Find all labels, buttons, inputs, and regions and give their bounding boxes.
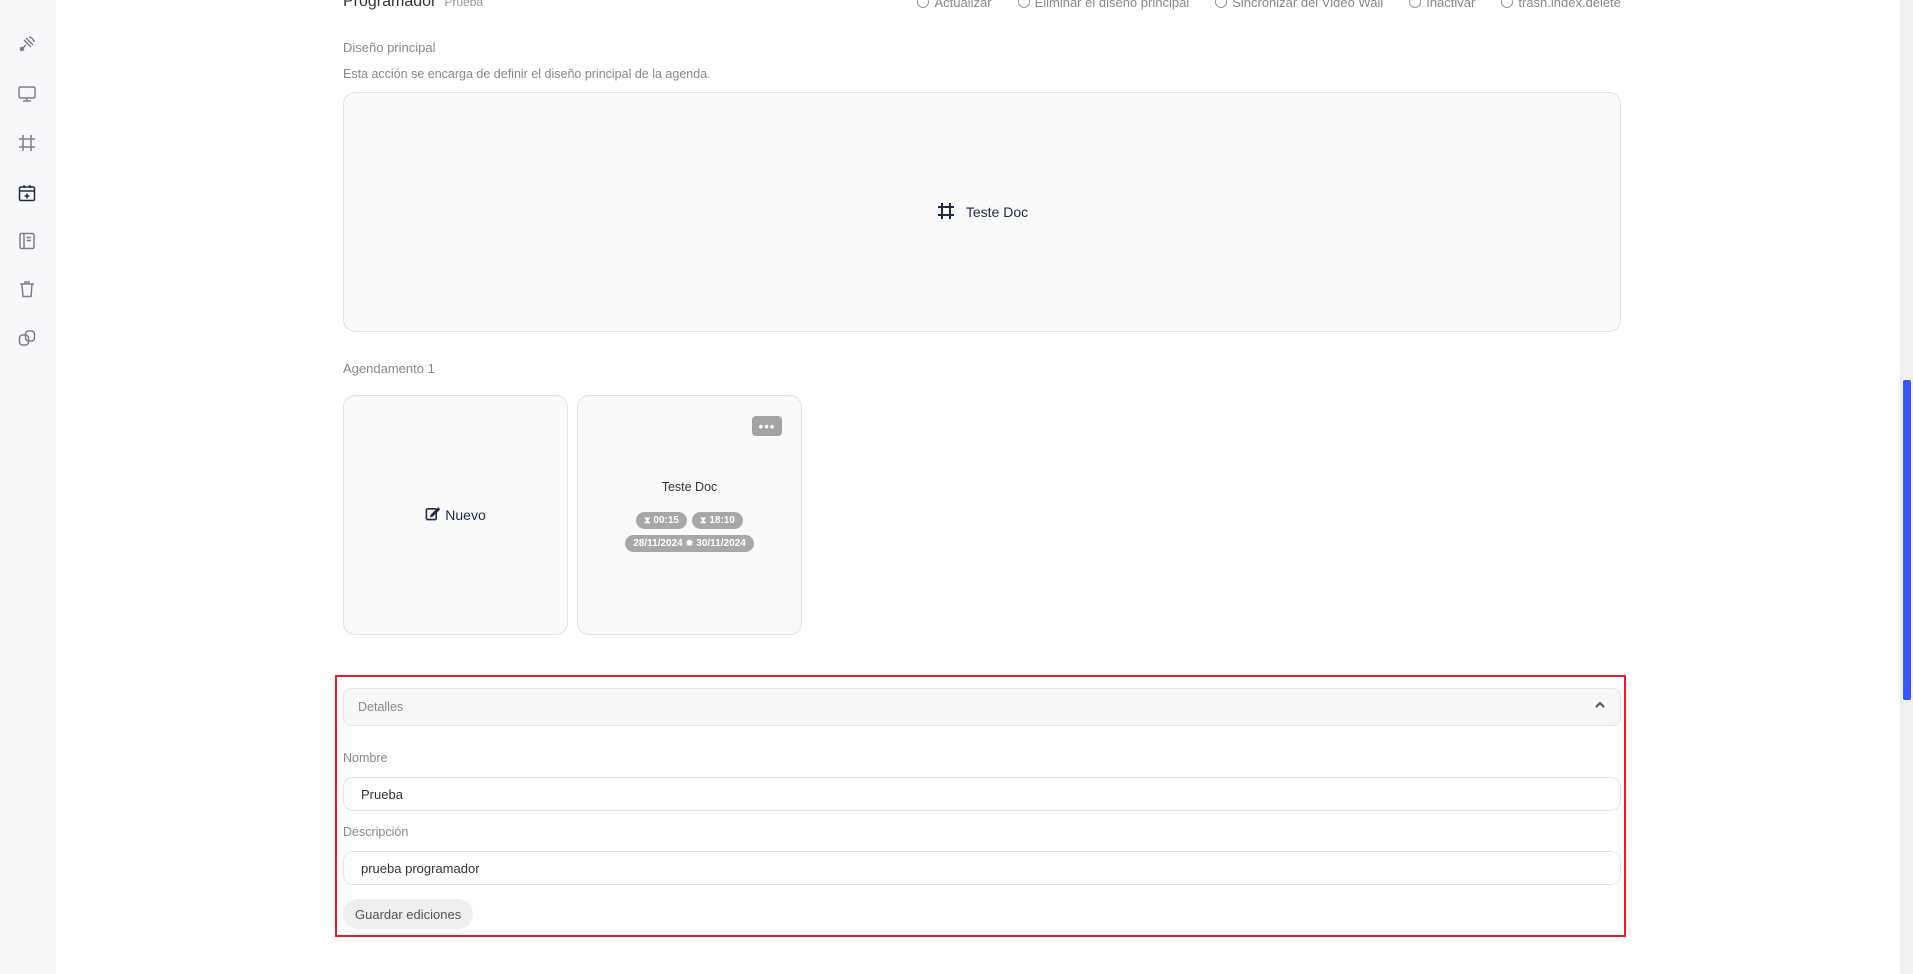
time-badges: ⧗ 00:15 ⧗ 18:10 — [578, 512, 801, 529]
schedule-item-title: Teste Doc — [661, 480, 718, 494]
edit-icon — [425, 506, 441, 524]
eye-off-icon — [1409, 0, 1422, 8]
calendar-plus-icon[interactable] — [16, 182, 38, 204]
frame-icon — [936, 201, 956, 224]
scrollbar-thumb[interactable] — [1903, 380, 1911, 700]
delete-main-design-label: Eliminar el diseño principal — [1034, 0, 1190, 10]
sync-videowall-label: Sincronizar del Video Wall — [1232, 0, 1384, 10]
start-time-value: 00:15 — [653, 515, 679, 526]
delete-label: trash.index.delete — [1518, 0, 1621, 10]
refresh-button[interactable]: Actualizar — [917, 0, 992, 10]
end-time-badge: ⧗ 18:10 — [692, 512, 743, 529]
frame-icon[interactable] — [16, 132, 38, 154]
trash-icon[interactable] — [16, 278, 38, 300]
new-schedule-label: Nuevo — [445, 507, 486, 523]
page-header: Programador Prueba Actualizar Eliminar e… — [343, 0, 1621, 12]
page-subtitle: Prueba — [444, 0, 484, 9]
vertical-scrollbar[interactable] — [1900, 0, 1913, 974]
delete-button[interactable]: trash.index.delete — [1501, 0, 1621, 10]
refresh-label: Actualizar — [934, 0, 992, 10]
date-range-badge: 28/11/2024 ✹ 30/11/2024 — [625, 535, 754, 552]
header-actions: Actualizar Eliminar el diseño principal … — [917, 0, 1621, 10]
main-design-description: Esta acción se encarga de definir el dis… — [343, 67, 711, 81]
schedule-label: Agendamento 1 — [343, 361, 435, 376]
link-icon[interactable] — [16, 327, 38, 349]
start-date-value: 28/11/2024 — [633, 538, 683, 549]
satellite-icon[interactable] — [16, 33, 38, 55]
trash-icon — [1501, 0, 1514, 8]
sync-videowall-button[interactable]: Sincronizar del Video Wall — [1215, 0, 1383, 10]
main-design-panel[interactable]: Teste Doc — [343, 92, 1621, 332]
details-highlight-box — [335, 675, 1626, 937]
schedule-item-card[interactable]: ••• Teste Doc ⧗ 00:15 ⧗ 18:10 28/11/2024 ✹ 3… — [577, 395, 802, 635]
main-design-item[interactable]: Teste Doc — [936, 201, 1028, 224]
notebook-icon[interactable] — [16, 230, 38, 252]
inactivate-label: Inactivar — [1426, 0, 1476, 10]
page-title: Programador — [343, 0, 437, 10]
end-time-value: 18:10 — [709, 515, 735, 526]
date-badges: 28/11/2024 ✹ 30/11/2024 — [578, 535, 801, 552]
hourglass-icon: ⧗ — [700, 515, 707, 525]
delete-main-design-button[interactable]: Eliminar el diseño principal — [1017, 0, 1190, 10]
inactivate-button[interactable]: Inactivar — [1409, 0, 1475, 10]
hourglass-icon: ⧗ — [644, 515, 651, 525]
monitor-icon[interactable] — [16, 83, 38, 105]
more-options-button[interactable]: ••• — [752, 416, 782, 436]
new-schedule-card[interactable]: Nuevo — [343, 395, 568, 635]
sidebar — [0, 0, 56, 974]
main-design-label: Diseño principal — [343, 40, 436, 55]
refresh-icon — [917, 0, 930, 8]
main-design-item-label: Teste Doc — [965, 204, 1029, 220]
main-content: Programador Prueba Actualizar Eliminar e… — [0, 0, 1900, 974]
sun-icon: ✹ — [685, 538, 694, 548]
start-time-badge: ⧗ 00:15 — [636, 512, 687, 529]
trash-icon — [1017, 0, 1030, 8]
end-date-value: 30/11/2024 — [696, 538, 746, 549]
sync-icon — [1215, 0, 1228, 8]
